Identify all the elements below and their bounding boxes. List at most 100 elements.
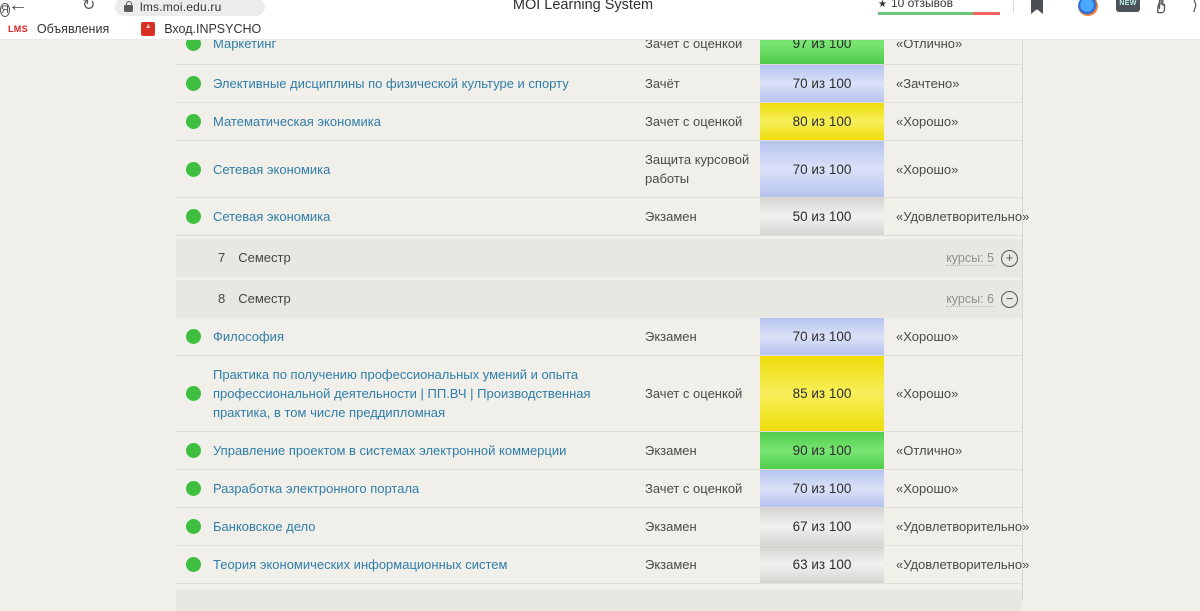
bookmark-icon[interactable]: [1031, 0, 1043, 14]
expand-icon[interactable]: +: [1001, 250, 1018, 267]
grade-text: «Хорошо»: [884, 481, 1022, 496]
exam-type: Зачет с оценкой: [645, 112, 760, 131]
hand-gesture-icon[interactable]: [1152, 0, 1172, 16]
browser-toolbar: ← Я ↻ lms.moi.edu.ru MOI Learning System…: [0, 0, 1200, 18]
lock-icon: [124, 2, 133, 12]
exam-type: Зачет с оценкой: [645, 384, 760, 403]
grade-text: «Хорошо»: [884, 386, 1022, 401]
semester-label: Семестр: [238, 250, 290, 265]
status-dot-icon: [186, 162, 201, 177]
semester-row[interactable]: 8 Семестр курсы: 6 −: [176, 280, 1022, 318]
score-value: 70 из 100: [793, 329, 852, 344]
semester-number: 8: [218, 291, 225, 306]
grade-text: «Удовлетворительно»: [884, 557, 1022, 572]
new-badge-icon[interactable]: NEW: [1116, 0, 1140, 12]
table-row: Теория экономических информационных сист…: [176, 546, 1022, 584]
table-row: Сетевая экономика Экзамен 50 из 100 «Удо…: [176, 198, 1022, 236]
table-row: Практика по получению профессиональных у…: [176, 356, 1022, 432]
table-row: Элективные дисциплины по физической куль…: [176, 65, 1022, 103]
semester-row[interactable]: 7 Семестр курсы: 5 +: [176, 239, 1022, 277]
course-link[interactable]: Банковское дело: [213, 519, 316, 534]
grade-text: «Зачтено»: [884, 76, 1022, 91]
overflow-chevron-icon[interactable]: ⟩: [1192, 0, 1198, 14]
exam-type: Зачёт: [645, 74, 760, 93]
status-dot-icon: [186, 209, 201, 224]
status-dot-icon: [186, 557, 201, 572]
course-link[interactable]: Разработка электронного портала: [213, 481, 419, 496]
site-reviews[interactable]: ★ 10 отзывов: [878, 0, 1000, 15]
score-cell: 50 из 100: [760, 198, 884, 235]
exam-type: Защита курсовой работы: [645, 150, 760, 188]
address-bar[interactable]: lms.moi.edu.ru: [115, 0, 265, 16]
score-value: 85 из 100: [793, 386, 852, 401]
score-value: 70 из 100: [793, 162, 852, 177]
exam-type: Экзамен: [645, 207, 760, 226]
page-title: MOI Learning System: [513, 0, 653, 13]
table-right-border: [1022, 40, 1023, 600]
exam-type: Экзамен: [645, 517, 760, 536]
lms-page: Маркетинг Зачет с оценкой 97 из 100 «Отл…: [0, 40, 1200, 600]
score-cell: 70 из 100: [760, 470, 884, 507]
score-value: 80 из 100: [793, 114, 852, 129]
table-row: Разработка электронного портала Зачет с …: [176, 470, 1022, 508]
reviews-rating-bar: [878, 12, 1000, 15]
course-link[interactable]: Математическая экономика: [213, 114, 381, 129]
score-value: 67 из 100: [793, 519, 852, 534]
semester-label: Семестр: [238, 291, 290, 306]
bookmarks-bar: LMS Объявления Вход.INPSYCHO: [0, 18, 1200, 40]
grade-text: «Отлично»: [884, 443, 1022, 458]
semester-number: 7: [218, 250, 225, 265]
table-row: Философия Экзамен 70 из 100 «Хорошо»: [176, 318, 1022, 356]
score-value: 70 из 100: [793, 481, 852, 496]
course-link[interactable]: Теория экономических информационных сист…: [213, 557, 507, 572]
score-cell: 85 из 100: [760, 356, 884, 431]
grades-table: Маркетинг Зачет с оценкой 97 из 100 «Отл…: [176, 22, 1022, 611]
url-text: lms.moi.edu.ru: [140, 0, 222, 14]
table-row: Управление проектом в системах электронн…: [176, 432, 1022, 470]
inpsycho-favicon: [141, 22, 155, 36]
status-dot-icon: [186, 443, 201, 458]
exam-type: Экзамен: [645, 555, 760, 574]
toolbar-divider: [1013, 0, 1014, 13]
exam-type: Экзамен: [645, 327, 760, 346]
score-value: 70 из 100: [793, 76, 852, 91]
courses-count-link[interactable]: курсы: 5: [946, 251, 994, 266]
score-cell: 80 из 100: [760, 103, 884, 140]
grade-text: «Удовлетворительно»: [884, 519, 1022, 534]
table-row: Сетевая экономика Защита курсовой работы…: [176, 141, 1022, 198]
reload-icon[interactable]: ↻: [82, 0, 95, 15]
score-cell: 70 из 100: [760, 141, 884, 197]
course-link[interactable]: Сетевая экономика: [213, 209, 330, 224]
table-row: Математическая экономика Зачет с оценкой…: [176, 103, 1022, 141]
course-link[interactable]: Сетевая экономика: [213, 162, 330, 177]
collapse-icon[interactable]: −: [1001, 291, 1018, 308]
status-dot-icon: [186, 329, 201, 344]
score-value: 50 из 100: [793, 209, 852, 224]
score-value: 90 из 100: [793, 443, 852, 458]
status-dot-icon: [186, 386, 201, 401]
star-icon: ★: [878, 0, 887, 10]
course-link[interactable]: Философия: [213, 329, 284, 344]
browser-profile-icon[interactable]: [1078, 0, 1098, 16]
course-link[interactable]: Практика по получению профессиональных у…: [213, 367, 591, 420]
course-link[interactable]: Элективные дисциплины по физической куль…: [213, 76, 569, 91]
courses-count-link[interactable]: курсы: 6: [946, 292, 994, 307]
status-dot-icon: [186, 481, 201, 496]
bookmark-announcements[interactable]: LMS Объявления: [8, 22, 109, 36]
grade-text: «Хорошо»: [884, 162, 1022, 177]
score-cell: 70 из 100: [760, 65, 884, 102]
score-cell: 67 из 100: [760, 508, 884, 545]
score-cell: 90 из 100: [760, 432, 884, 469]
grade-text: «Хорошо»: [884, 329, 1022, 344]
course-link[interactable]: Управление проектом в системах электронн…: [213, 443, 566, 458]
status-dot-icon: [186, 114, 201, 129]
score-value: 63 из 100: [793, 557, 852, 572]
status-dot-icon: [186, 76, 201, 91]
bookmark-inpsycho-login[interactable]: Вход.INPSYCHO: [117, 22, 261, 36]
exam-type: Зачет с оценкой: [645, 479, 760, 498]
reviews-count: 10 отзывов: [891, 0, 953, 10]
grade-text: «Удовлетворительно»: [884, 209, 1022, 224]
table-row: Банковское дело Экзамен 67 из 100 «Удовл…: [176, 508, 1022, 546]
status-dot-icon: [186, 519, 201, 534]
back-icon[interactable]: ←: [8, 0, 28, 17]
